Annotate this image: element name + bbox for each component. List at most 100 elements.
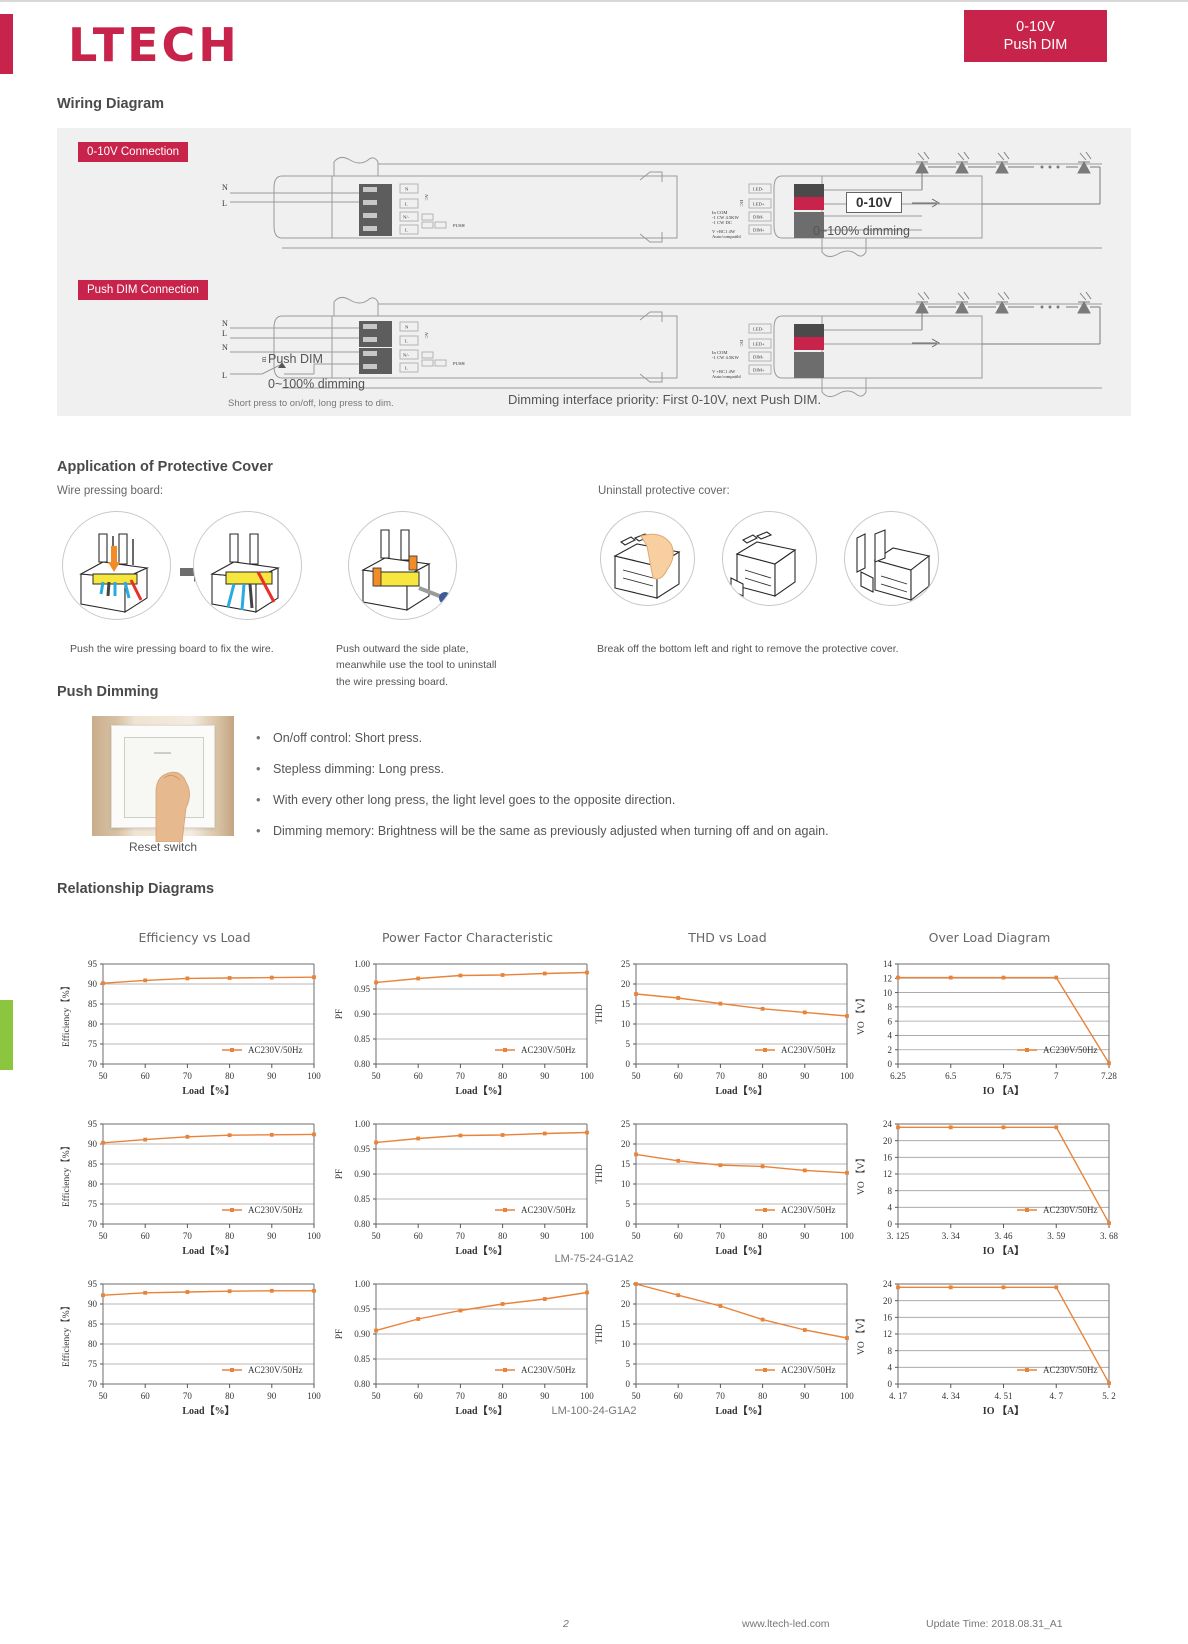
svg-text:8: 8 bbox=[888, 1186, 893, 1196]
data-point-marker bbox=[542, 971, 547, 976]
header-left-accent-bar bbox=[0, 14, 13, 74]
chart-legend-label: AC230V/50Hz bbox=[781, 1205, 836, 1215]
svg-text:L: L bbox=[405, 228, 408, 233]
chart-plot: 051015202550 60 70 80 90 100Load【%】THDAC230V/… bbox=[595, 1279, 854, 1417]
svg-text:12: 12 bbox=[883, 1169, 892, 1179]
svg-text:20: 20 bbox=[621, 979, 631, 989]
svg-text:PF: PF bbox=[335, 1329, 345, 1340]
data-point-marker bbox=[676, 1158, 681, 1163]
svg-text:60: 60 bbox=[674, 1391, 684, 1401]
svg-text:N: N bbox=[222, 183, 228, 192]
push-dim-label: Push DIM bbox=[268, 352, 323, 366]
svg-text:70: 70 bbox=[456, 1071, 466, 1081]
svg-text:15: 15 bbox=[621, 999, 631, 1009]
data-point-marker bbox=[542, 1131, 547, 1136]
chart-legend-label: AC230V/50Hz bbox=[248, 1205, 303, 1215]
svg-text:12: 12 bbox=[883, 1329, 892, 1339]
svg-text:N: N bbox=[405, 187, 409, 192]
svg-text:Load【%】: Load【%】 bbox=[182, 1084, 234, 1097]
svg-text:DIM-: DIM- bbox=[753, 215, 764, 220]
section-heading-push-dimming: Push Dimming bbox=[57, 684, 159, 700]
data-point-marker bbox=[896, 1125, 900, 1130]
svg-text:0.95: 0.95 bbox=[354, 984, 370, 994]
chart-legend-label: AC230V/50Hz bbox=[521, 1205, 576, 1215]
svg-text:10: 10 bbox=[621, 1339, 631, 1349]
svg-text:90: 90 bbox=[267, 1391, 277, 1401]
svg-text:6.25: 6.25 bbox=[890, 1071, 906, 1081]
chart-legend-label: AC230V/50Hz bbox=[521, 1365, 576, 1375]
svg-text:80: 80 bbox=[88, 1179, 98, 1189]
cover-image-5 bbox=[722, 511, 817, 606]
svg-text:80: 80 bbox=[88, 1019, 98, 1029]
push-dimming-photo-caption: Reset switch bbox=[128, 840, 198, 854]
svg-text:4. 51: 4. 51 bbox=[995, 1391, 1013, 1401]
svg-text:50: 50 bbox=[99, 1071, 109, 1081]
svg-text:0: 0 bbox=[888, 1219, 893, 1229]
cover-image-6 bbox=[844, 511, 939, 606]
svg-text:Auto/compatibl: Auto/compatibl bbox=[712, 234, 742, 239]
svg-text:8: 8 bbox=[888, 1002, 893, 1012]
cover-caption-1: Push the wire pressing board to fix the … bbox=[70, 643, 274, 655]
data-point-marker bbox=[458, 1308, 463, 1313]
svg-text:0.80: 0.80 bbox=[354, 1379, 370, 1389]
svg-text:4: 4 bbox=[888, 1203, 893, 1213]
short-press-note: Short press to on/off, long press to dim… bbox=[228, 398, 394, 409]
svg-text:25: 25 bbox=[621, 1279, 631, 1289]
data-point-marker bbox=[718, 1163, 723, 1168]
chart-legend-label: AC230V/50Hz bbox=[248, 1365, 303, 1375]
data-point-marker bbox=[585, 970, 589, 975]
svg-text:Load【%】: Load【%】 bbox=[715, 1084, 767, 1097]
data-series-line bbox=[102, 1133, 315, 1144]
data-point-marker bbox=[760, 1006, 765, 1011]
chart-plot: 048121620244. 17 4. 34 4. 51 4. 7 5. 2IO 【A】… bbox=[856, 1279, 1116, 1417]
svg-text:DIM+: DIM+ bbox=[753, 368, 765, 373]
svg-text:AC: AC bbox=[424, 332, 429, 338]
svg-text:75: 75 bbox=[88, 1359, 98, 1369]
data-point-marker bbox=[101, 1293, 105, 1298]
svg-text:-1 CW DC: -1 CW DC bbox=[712, 220, 732, 225]
data-point-marker bbox=[542, 1297, 547, 1301]
svg-text:70: 70 bbox=[183, 1071, 193, 1081]
data-point-marker bbox=[845, 1170, 849, 1175]
chart-2-2: 0.80 0.85 0.90 0.95 1.00 50 60 70 80 90 100 Load【%】… bbox=[330, 1108, 605, 1265]
svg-text:L: L bbox=[405, 366, 408, 371]
data-point-marker bbox=[1107, 1381, 1111, 1386]
data-point-marker bbox=[760, 1164, 765, 1169]
svg-text:LED-: LED- bbox=[753, 187, 764, 192]
svg-text:80: 80 bbox=[88, 1339, 98, 1349]
svg-text:N/-: N/- bbox=[403, 215, 410, 220]
svg-text:90: 90 bbox=[800, 1391, 810, 1401]
chart-2-3: 0 5 10 15 20 25 50 60 70 80 90 100 Load【%】 THD AC230V/… bbox=[590, 1108, 865, 1265]
push-dimming-bullet: Stepless dimming: Long press. bbox=[256, 761, 956, 776]
data-series-line bbox=[635, 1283, 848, 1339]
svg-text:LED+: LED+ bbox=[753, 342, 765, 347]
svg-text:1.00: 1.00 bbox=[354, 1279, 370, 1289]
tag-0-10v-connection: 0-10V Connection bbox=[78, 142, 189, 162]
svg-text:0.90: 0.90 bbox=[354, 1329, 370, 1339]
cover-caption-2: Push outward the side plate, meanwhile u… bbox=[336, 643, 497, 688]
svg-text:80: 80 bbox=[498, 1071, 508, 1081]
data-point-marker bbox=[269, 1132, 274, 1137]
data-point-marker bbox=[500, 1133, 505, 1137]
svg-text:85: 85 bbox=[88, 1319, 98, 1329]
chart-1-4: Over Load Diagram 0 2 4 6 8 10 12 14 6.25 6.5 6.75 7… bbox=[852, 930, 1127, 1105]
data-point-marker bbox=[269, 975, 274, 980]
svg-text:12: 12 bbox=[883, 973, 892, 983]
data-point-marker bbox=[143, 1137, 148, 1142]
svg-text:25: 25 bbox=[621, 959, 631, 969]
website-url[interactable]: www.ltech-led.com bbox=[742, 1618, 830, 1630]
data-point-marker bbox=[802, 1328, 807, 1332]
push-dimming-photo bbox=[92, 716, 234, 842]
svg-text:85: 85 bbox=[88, 1159, 98, 1169]
subheading-wire-pressing-board: Wire pressing board: bbox=[57, 485, 164, 497]
svg-text:60: 60 bbox=[141, 1231, 151, 1241]
data-series-line bbox=[102, 1290, 314, 1296]
svg-text:60: 60 bbox=[414, 1071, 424, 1081]
push-dimming-bullet: Dimming memory: Brightness will be the s… bbox=[256, 823, 956, 838]
data-point-marker bbox=[227, 976, 232, 980]
svg-text:70: 70 bbox=[183, 1231, 193, 1241]
svg-text:3. 34: 3. 34 bbox=[942, 1231, 961, 1241]
svg-text:5: 5 bbox=[626, 1199, 631, 1209]
dimming-priority-note: Dimming interface priority: First 0-10V,… bbox=[508, 392, 822, 407]
chart-1-1: Efficiency vs Load 70 75 80 85 90 95 50 60 70 80 90… bbox=[57, 930, 332, 1105]
